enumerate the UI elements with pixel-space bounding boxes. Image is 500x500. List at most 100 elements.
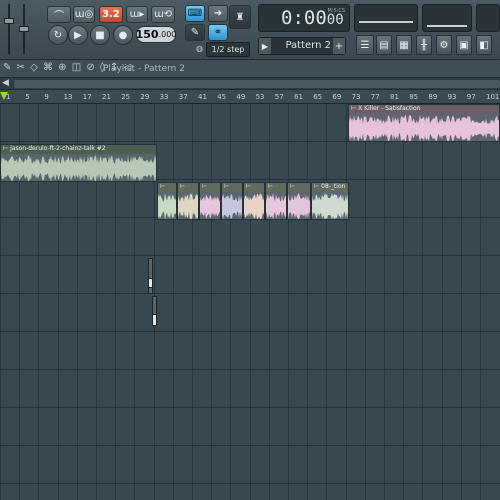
waveform bbox=[349, 115, 499, 141]
scroll-left-icon[interactable]: ◀ bbox=[2, 78, 9, 88]
clip-header[interactable]: ⊢ bbox=[266, 183, 286, 192]
grid-line bbox=[192, 104, 193, 500]
cpu-meter bbox=[354, 4, 418, 32]
clip-waveform-area bbox=[222, 192, 242, 219]
ruler-tick: 81 bbox=[390, 93, 399, 101]
audio-clip[interactable]: ⊢ 08-_tion bbox=[311, 182, 349, 220]
ruler-tick: 77 bbox=[370, 93, 380, 101]
clip-header[interactable]: ⊢ bbox=[244, 183, 264, 192]
time-subvalue: 00 bbox=[326, 12, 344, 28]
audio-clip[interactable]: ⊢ bbox=[243, 182, 265, 220]
clip-header[interactable]: ⊢ bbox=[178, 183, 198, 192]
pattern-selector[interactable]: ▶ Pattern 2 + bbox=[258, 37, 346, 55]
master-volume-slider[interactable] bbox=[4, 4, 14, 54]
add-pattern-button[interactable]: + bbox=[333, 38, 345, 54]
master-pitch-slider[interactable] bbox=[19, 4, 29, 54]
loop-record-icon: ɯ⟲ bbox=[153, 9, 173, 20]
playlist-window-button[interactable]: ☰ bbox=[356, 35, 374, 55]
ruler-tick: 65 bbox=[313, 93, 323, 101]
snap-magnet-icon: ◍ bbox=[196, 44, 203, 53]
metronome-button[interactable]: ⌒ bbox=[47, 6, 71, 23]
clip-header[interactable]: ⊢ bbox=[222, 183, 242, 192]
play-icon: ▶ bbox=[74, 29, 82, 41]
clip-label: ⊢ bbox=[224, 183, 230, 190]
ruler-tick: 9 bbox=[44, 93, 49, 101]
audio-clip[interactable]: ⊢ jason-derulo-ft-2-chainz-talk #2 bbox=[0, 144, 157, 182]
record-button[interactable]: ● bbox=[113, 25, 133, 45]
playlist-tracks[interactable]: ⊢ X Killer - Satisfaction ⊢ jason-derulo-… bbox=[0, 104, 500, 500]
record-icon: ● bbox=[118, 29, 128, 41]
clip-waveform-area bbox=[244, 192, 264, 219]
ruler-tick: 61 bbox=[294, 93, 303, 101]
audio-clip[interactable]: ⊢ bbox=[199, 182, 221, 220]
channel-rack-button[interactable]: ▦ bbox=[396, 35, 412, 55]
pencil-icon: ✎ bbox=[190, 27, 200, 38]
browser-button[interactable]: ▣ bbox=[456, 35, 472, 55]
plugin-picker-button[interactable]: ⚙ bbox=[436, 35, 452, 55]
audio-clip[interactable]: ⊢ bbox=[157, 182, 177, 220]
pencil-tool-button[interactable]: ✎ bbox=[185, 24, 205, 41]
piano-roll-button[interactable]: ▤ bbox=[376, 35, 392, 55]
audio-clip[interactable]: ⊢ bbox=[177, 182, 199, 220]
grid-line bbox=[364, 104, 366, 500]
mixer-user-button[interactable]: ♜ bbox=[229, 5, 251, 29]
project-button[interactable]: ◧ bbox=[476, 35, 492, 55]
pattern-clip-marker[interactable] bbox=[148, 258, 153, 294]
clip-header[interactable]: ⊢ bbox=[200, 183, 220, 192]
clip-header[interactable]: ⊢ bbox=[158, 183, 176, 192]
ruler-tick: 85 bbox=[409, 93, 419, 101]
ruler-tick: 29 bbox=[140, 93, 150, 101]
time-value: 0:00 bbox=[281, 7, 327, 29]
arrow-right-icon: ➜ bbox=[213, 8, 223, 19]
clip-label: ⊢ bbox=[160, 183, 166, 190]
grid-line bbox=[403, 104, 405, 500]
wait-button[interactable]: ɯ◎ bbox=[73, 6, 95, 23]
pattern-clip-marker[interactable] bbox=[148, 278, 153, 288]
stop-button[interactable]: ■ bbox=[90, 25, 110, 45]
play-button[interactable]: ▶ bbox=[68, 25, 88, 45]
grid-line bbox=[326, 104, 328, 500]
ruler-tick: 33 bbox=[159, 93, 169, 101]
loop-button[interactable]: ↻ bbox=[48, 25, 68, 45]
timeline-ruler[interactable]: 1 5 9 13 17 21 25 29 33 37 41 45 49 53 57 61 65 69 73 77 81 8… bbox=[0, 90, 500, 104]
grid-line bbox=[288, 104, 289, 500]
channel-rack-icon: ▦ bbox=[399, 39, 409, 51]
clip-label: ⊢ 08-_tion bbox=[314, 183, 346, 190]
playlist-icon: ☰ bbox=[360, 39, 370, 51]
tempo-display[interactable]: 150.000 bbox=[136, 26, 176, 43]
audio-clip[interactable]: ⊢ bbox=[221, 182, 243, 220]
pattern-song-counter[interactable]: 3.2 bbox=[99, 6, 123, 23]
ruler-tick: 57 bbox=[274, 93, 284, 101]
clip-label: ⊢ bbox=[246, 183, 252, 190]
loop-record-button[interactable]: ɯ⟲ bbox=[151, 6, 175, 23]
audio-clip[interactable]: ⊢ X Killer - Satisfaction bbox=[348, 104, 500, 142]
step-arrow-button[interactable]: ➜ bbox=[208, 5, 228, 22]
time-display[interactable]: 0:0000 M:S:CS bbox=[258, 4, 350, 32]
ruler-tick: 101 bbox=[486, 93, 500, 101]
mixer-icon: ╫ bbox=[420, 39, 428, 51]
mixer-button[interactable]: ╫ bbox=[416, 35, 432, 55]
ruler-tick: 21 bbox=[102, 93, 111, 101]
clip-header[interactable]: ⊢ 08-_tion bbox=[312, 183, 348, 192]
audio-clip[interactable]: ⊢ bbox=[287, 182, 311, 220]
link-button[interactable]: ⚭ bbox=[208, 24, 228, 41]
scroll-thumb[interactable] bbox=[14, 80, 500, 88]
snap-selector[interactable]: 1/2 step bbox=[206, 42, 250, 57]
pattern-arrow-icon[interactable]: ▶ bbox=[259, 38, 271, 54]
clip-header[interactable]: ⊢ X Killer - Satisfaction bbox=[349, 105, 499, 114]
clip-header[interactable]: ⊢ bbox=[288, 183, 310, 192]
time-unit: M:S:CS bbox=[327, 8, 345, 14]
clip-header[interactable]: ⊢ jason-derulo-ft-2-chainz-talk #2 bbox=[1, 145, 156, 154]
waveform bbox=[244, 193, 264, 219]
horizontal-scrollbar[interactable]: ◀ bbox=[0, 78, 500, 90]
audio-clip[interactable]: ⊢ bbox=[265, 182, 287, 220]
ruler-tick: 97 bbox=[466, 93, 476, 101]
grid-line bbox=[480, 104, 481, 500]
typing-keyboard-button[interactable]: ⌨ bbox=[185, 5, 205, 22]
ruler-tick: 25 bbox=[121, 93, 131, 101]
ruler-tick: 41 bbox=[198, 93, 207, 101]
ruler-tick: 1 bbox=[6, 93, 11, 101]
step-edit-button[interactable]: ɯ▸ bbox=[126, 6, 148, 23]
ruler-tick: 73 bbox=[351, 93, 361, 101]
pattern-clip-marker[interactable] bbox=[152, 314, 157, 326]
